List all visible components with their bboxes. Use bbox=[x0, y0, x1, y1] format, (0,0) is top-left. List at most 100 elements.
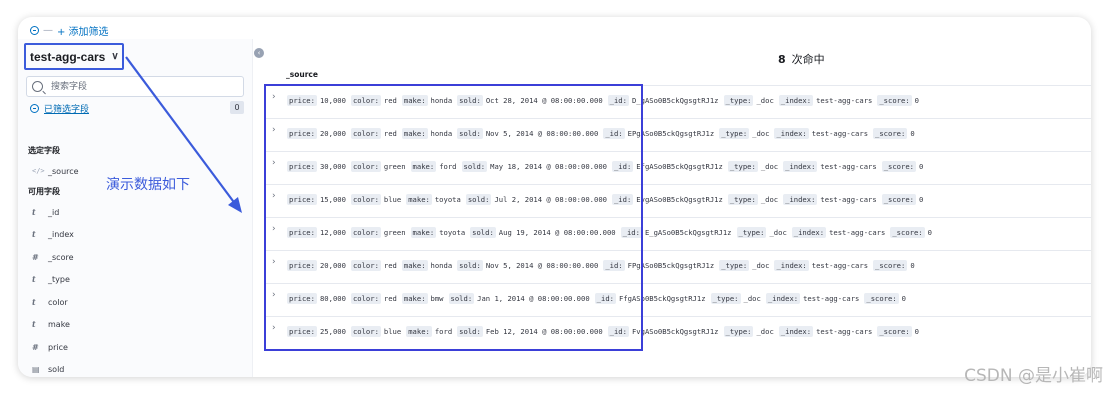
field-key: _score: bbox=[877, 95, 912, 106]
field-value: test-agg-cars bbox=[820, 162, 877, 171]
field-key: _type: bbox=[719, 128, 750, 139]
expand-row-icon[interactable]: › bbox=[272, 191, 276, 201]
expand-row-icon[interactable]: › bbox=[272, 224, 276, 234]
filter-icon bbox=[30, 103, 39, 113]
field-key: _id: bbox=[607, 326, 629, 337]
index-pattern-selector[interactable]: test-agg-cars ∨ bbox=[24, 43, 124, 70]
field-value: _doc bbox=[760, 162, 779, 171]
sidebar-field-sold[interactable]: ▤ sold bbox=[32, 362, 64, 376]
expand-row-icon[interactable]: › bbox=[272, 158, 276, 168]
expand-row-icon[interactable]: › bbox=[272, 92, 276, 102]
field-key: make: bbox=[401, 260, 428, 271]
sidebar-field-make[interactable]: t make bbox=[32, 317, 70, 331]
field-value: EvgASo0B5ckQgsgtRJ1z bbox=[636, 195, 723, 204]
table-row[interactable]: › price: 15,000 color: blue make: toyota sold: J… bbox=[266, 184, 1091, 217]
field-key: _type: bbox=[727, 161, 758, 172]
field-value: Feb 12, 2014 @ 08:00:00.000 bbox=[485, 327, 603, 336]
source-content: price: 10,000 color: red make: honda sold: Oct … bbox=[287, 95, 924, 106]
field-key: sold: bbox=[457, 95, 483, 106]
field-search-input[interactable] bbox=[49, 80, 233, 93]
field-key: _type: bbox=[710, 293, 741, 304]
field-value: blue bbox=[383, 195, 402, 204]
field-value: Nov 5, 2014 @ 08:00:00.000 bbox=[485, 261, 599, 270]
field-key: make: bbox=[401, 293, 428, 304]
field-key: _score: bbox=[881, 194, 916, 205]
sidebar-field-color[interactable]: t color bbox=[32, 295, 68, 309]
sidebar-field-source[interactable]: </> _source bbox=[32, 164, 79, 178]
field-value: honda bbox=[430, 129, 453, 138]
field-value: _doc bbox=[756, 327, 774, 336]
filtered-fields-toggle[interactable]: 已筛选字段 0 bbox=[30, 101, 244, 115]
field-value: 0 bbox=[914, 327, 919, 336]
field-value: _doc bbox=[743, 294, 761, 303]
field-key: _score: bbox=[864, 293, 899, 304]
field-value: Jul 2, 2014 @ 08:00:00.000 bbox=[494, 195, 607, 204]
table-row[interactable]: › price: 10,000 color: red make: honda sold: Oct… bbox=[266, 85, 1091, 118]
hit-count: 8 次命中 bbox=[778, 51, 825, 67]
field-value: 0 bbox=[910, 129, 915, 138]
field-key: _index: bbox=[783, 194, 818, 205]
table-row[interactable]: › price: 20,000 color: red make: honda sold: Nov… bbox=[266, 250, 1091, 283]
field-value: green bbox=[383, 162, 406, 171]
field-value: test-agg-cars bbox=[816, 96, 873, 105]
expand-row-icon[interactable]: › bbox=[272, 257, 276, 267]
expand-row-icon[interactable]: › bbox=[272, 323, 276, 333]
field-value: D_gASo0B5ckQgsgtRJ1z bbox=[631, 96, 719, 105]
field-key: _id: bbox=[620, 227, 642, 238]
sidebar-field-score[interactable]: # _score bbox=[32, 250, 74, 264]
table-row[interactable]: › price: 80,000 color: red make: bmw sold: Jan 1… bbox=[266, 283, 1091, 316]
field-key: _type: bbox=[727, 194, 758, 205]
expand-row-icon[interactable]: › bbox=[272, 125, 276, 135]
table-row[interactable]: › price: 30,000 color: green make: ford sold: Ma… bbox=[266, 151, 1091, 184]
field-value: _doc bbox=[756, 96, 774, 105]
field-key: make: bbox=[406, 194, 432, 205]
source-content: price: 80,000 color: red make: bmw sold: Jan 1,… bbox=[287, 293, 911, 304]
field-value: test-agg-cars bbox=[820, 195, 877, 204]
selected-fields-title: 选定字段 bbox=[28, 146, 60, 155]
field-key: sold: bbox=[457, 260, 483, 271]
expand-row-icon[interactable]: › bbox=[272, 290, 276, 300]
collapse-sidebar-icon[interactable]: ‹ bbox=[254, 48, 264, 58]
field-name: _id bbox=[48, 207, 60, 217]
field-value: toyota bbox=[439, 228, 466, 237]
field-value: red bbox=[383, 261, 397, 270]
field-key: _id: bbox=[594, 293, 616, 304]
calendar-icon: ▤ bbox=[32, 364, 40, 374]
sidebar-field-index[interactable]: t _index bbox=[32, 227, 74, 241]
filter-bar: — + 添加筛选 bbox=[30, 21, 109, 39]
table-row[interactable]: › price: 20,000 color: red make: honda sold: Nov… bbox=[266, 118, 1091, 151]
field-value: _doc bbox=[752, 129, 770, 138]
field-name: color bbox=[48, 297, 68, 307]
source-content: price: 20,000 color: red make: honda sold: Nov … bbox=[287, 128, 920, 139]
field-value: 20,000 bbox=[319, 129, 346, 138]
sidebar-field-price[interactable]: # price bbox=[32, 340, 68, 354]
field-key: price: bbox=[287, 95, 317, 106]
field-key: sold: bbox=[457, 326, 483, 337]
add-filter-button[interactable]: + 添加筛选 bbox=[57, 23, 109, 38]
table-row[interactable]: › price: 25,000 color: blue make: ford sold: Feb… bbox=[266, 316, 1091, 349]
field-value: Nov 5, 2014 @ 08:00:00.000 bbox=[485, 129, 599, 138]
field-key: color: bbox=[350, 326, 381, 337]
field-key: _id: bbox=[603, 128, 625, 139]
field-value: red bbox=[383, 294, 397, 303]
field-value: red bbox=[383, 129, 397, 138]
field-key: price: bbox=[287, 326, 317, 337]
field-key: _score: bbox=[890, 227, 925, 238]
field-value: FvgASo0B5ckQgsgtRJ1z bbox=[631, 327, 719, 336]
field-value: _doc bbox=[760, 195, 779, 204]
table-row[interactable]: › price: 12,000 color: green make: toyota sold:… bbox=[266, 217, 1091, 250]
field-value: 0 bbox=[910, 261, 915, 270]
field-key: _score: bbox=[873, 260, 908, 271]
field-key: color: bbox=[350, 260, 381, 271]
field-key: make: bbox=[406, 326, 432, 337]
sidebar-field-id[interactable]: t _id bbox=[32, 205, 59, 219]
field-key: make: bbox=[401, 128, 428, 139]
field-key: color: bbox=[350, 194, 381, 205]
field-value: EPgASo0B5ckQgsgtRJ1z bbox=[627, 129, 715, 138]
field-key: price: bbox=[287, 260, 317, 271]
field-key: _score: bbox=[881, 161, 916, 172]
field-value: test-agg-cars bbox=[829, 228, 886, 237]
sidebar-field-type[interactable]: t _type bbox=[32, 272, 70, 286]
field-key: color: bbox=[350, 227, 381, 238]
filter-options-icon[interactable] bbox=[30, 25, 39, 35]
